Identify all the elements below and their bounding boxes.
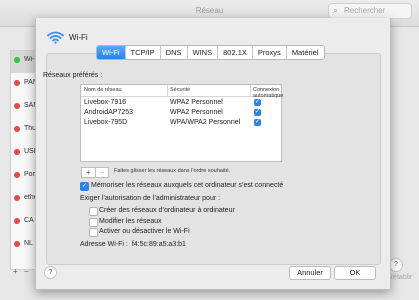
tab-proxys[interactable]: Proxys: [251, 46, 286, 59]
toggle-wifi-checkbox[interactable]: [89, 228, 98, 237]
column-header-security[interactable]: Sécurité: [170, 87, 190, 93]
table-row[interactable]: Livebox-795D WPA/WPA2 Personnel ✓: [81, 118, 281, 127]
wifi-icon: [47, 31, 64, 44]
network-name: AndroidAP7253: [84, 109, 134, 116]
sidebar-item-thunderbolt[interactable]: Thu: [11, 120, 37, 142]
auto-join-checkbox[interactable]: ✓: [254, 119, 261, 126]
sheet-title: Wi-Fi: [69, 33, 88, 42]
tab-tcpip[interactable]: TCP/IP: [124, 46, 160, 59]
drag-hint-text: Faites glisser les réseaux dans l’ordre …: [114, 168, 231, 174]
status-dot-icon: [14, 241, 20, 247]
tab-bar: Wi-Fi TCP/IP DNS WINS 802.1X Proxys Maté…: [96, 45, 325, 60]
network-name: Livebox-7916: [84, 99, 127, 106]
create-computer-networks-checkbox[interactable]: [89, 207, 98, 216]
table-header: Nom de réseau Sécurité Connexion automat…: [81, 85, 283, 99]
remember-networks-checkbox[interactable]: ✓: [80, 182, 89, 191]
admin-required-label: Exiger l’autorisation de l’administrateu…: [80, 195, 221, 202]
sidebar-item-usb[interactable]: USB: [11, 143, 37, 165]
network-service-list: Wi- PAN SAM Thu USB Por ethe CA NL: [10, 50, 38, 270]
sidebar-item-wifi[interactable]: Wi-: [11, 51, 37, 73]
preferred-networks-label: Réseaux préférés :: [43, 72, 103, 79]
status-dot-icon: [14, 149, 20, 155]
tab-wins[interactable]: WINS: [186, 46, 218, 59]
ok-button[interactable]: OK: [334, 266, 376, 280]
modify-networks-label[interactable]: Modifier les réseaux: [99, 218, 162, 225]
network-security: WPA/WPA2 Personnel: [170, 119, 241, 126]
search-icon: ⌕: [333, 5, 339, 15]
sidebar-item-ca[interactable]: CA: [11, 212, 37, 234]
preferred-networks-table[interactable]: Nom de réseau Sécurité Connexion automat…: [80, 84, 283, 162]
status-dot-icon: [14, 80, 20, 86]
column-divider: [167, 85, 168, 96]
network-security: WPA2 Personnel: [170, 99, 223, 106]
status-dot-icon: [14, 103, 20, 109]
auto-join-checkbox[interactable]: ✓: [254, 109, 261, 116]
wifi-address-value: f4:5c:89:a5:a3:b1: [131, 241, 186, 248]
status-dot-icon: [14, 172, 20, 178]
search-placeholder: Rechercher: [344, 6, 386, 15]
toggle-wifi-label[interactable]: Activer ou désactiver le Wi-Fi: [99, 228, 190, 235]
create-computer-networks-label[interactable]: Créer des réseaux d’ordinateur à ordinat…: [99, 207, 235, 214]
status-dot-icon: [14, 218, 20, 224]
network-name: Livebox-795D: [84, 119, 128, 126]
modify-networks-checkbox[interactable]: [89, 218, 98, 227]
tab-dns[interactable]: DNS: [159, 46, 187, 59]
revert-button[interactable]: Rétablir: [388, 274, 412, 281]
remove-service-button[interactable]: −: [24, 267, 29, 276]
search-field[interactable]: ⌕ Rechercher: [328, 3, 412, 19]
sidebar-item-ethernet[interactable]: ethe: [11, 189, 37, 211]
add-network-button[interactable]: +: [82, 168, 95, 177]
table-row[interactable]: Livebox-7916 WPA2 Personnel ✓: [81, 98, 281, 107]
auto-join-checkbox[interactable]: ✓: [254, 99, 261, 106]
tab-8021x[interactable]: 802.1X: [217, 46, 252, 59]
network-list-controls: + −: [81, 167, 109, 178]
wifi-address-label: Adresse Wi-Fi :: [80, 241, 128, 248]
table-row[interactable]: AndroidAP7253 WPA2 Personnel ✓: [81, 108, 281, 117]
status-dot-icon: [14, 126, 20, 132]
remember-networks-label[interactable]: Mémoriser les réseaux auxquels cet ordin…: [91, 182, 283, 189]
cancel-button[interactable]: Annuler: [289, 266, 331, 280]
help-button[interactable]: ?: [44, 266, 57, 279]
remove-network-button[interactable]: −: [94, 168, 109, 177]
add-service-button[interactable]: +: [13, 267, 18, 276]
tab-wifi[interactable]: Wi-Fi: [97, 46, 125, 59]
column-header-name[interactable]: Nom de réseau: [84, 87, 122, 93]
wifi-address: Adresse Wi-Fi : f4:5c:89:a5:a3:b1: [80, 241, 186, 248]
sidebar-footer: + −: [10, 267, 36, 278]
network-security: WPA2 Personnel: [170, 109, 223, 116]
status-dot-icon: [14, 195, 20, 201]
background-help-button[interactable]: ?: [389, 258, 403, 272]
status-dot-icon: [14, 57, 20, 63]
column-divider: [250, 85, 251, 96]
sidebar-item-nl[interactable]: NL: [11, 235, 37, 257]
sidebar-item-port[interactable]: Por: [11, 166, 37, 188]
tab-materiel[interactable]: Matériel: [285, 46, 324, 59]
sidebar-item-pan[interactable]: PAN: [11, 74, 37, 96]
sidebar-item-sam[interactable]: SAM: [11, 97, 37, 119]
